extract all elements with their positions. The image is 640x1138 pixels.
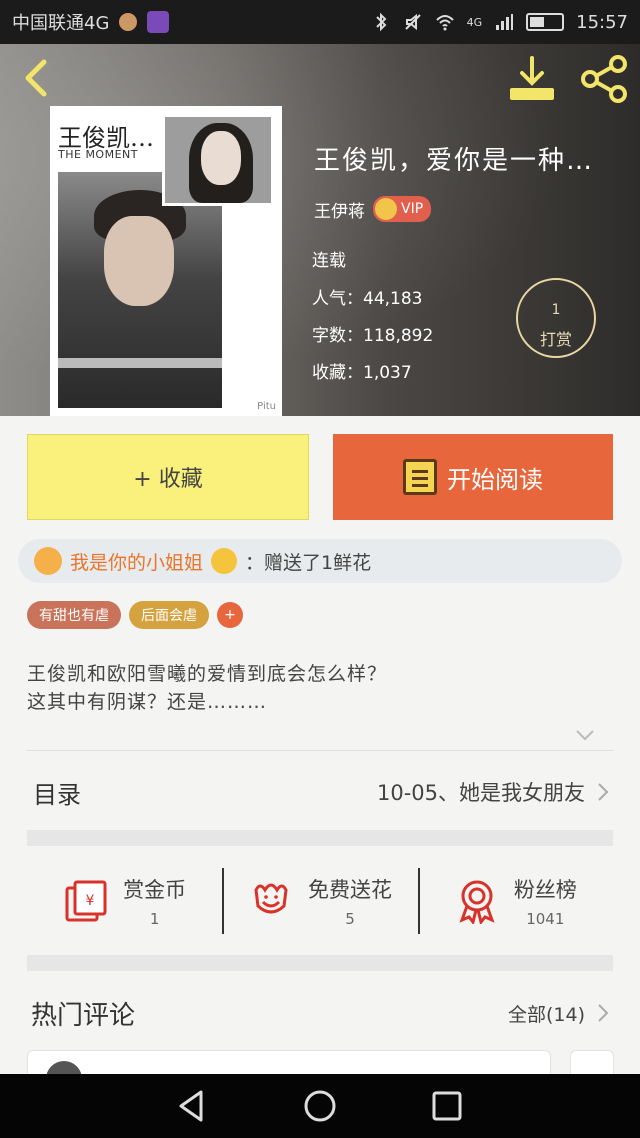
emoji-icon [211, 548, 238, 574]
tag-item[interactable]: 后面会虐 [129, 601, 209, 629]
stat-name: 赏金币 [123, 877, 187, 902]
reward-button[interactable]: 1 打赏 [516, 278, 596, 358]
notification-app-icon [119, 13, 138, 31]
book-title: 王俊凯，爱你是一种… [314, 146, 595, 176]
share-button[interactable] [578, 52, 632, 106]
vip-label: VIP [401, 201, 424, 217]
mute-icon [404, 13, 421, 31]
free-flower[interactable]: 免费送花 5 [222, 846, 417, 955]
status-bar: 中国联通4G 4G 15:57 [0, 0, 640, 44]
svg-text:¥: ¥ [86, 893, 95, 909]
system-nav-bar [0, 1074, 640, 1138]
stat-value: 5 [345, 909, 355, 928]
hot-comments-title: 热门评论 [31, 1000, 136, 1031]
gold-coin-reward[interactable]: ¥ 赏金币 1 [27, 846, 222, 955]
cover-subtitle: THE MOMENT [58, 148, 138, 161]
cover-photo-main [58, 172, 222, 408]
clock: 15:57 [576, 11, 628, 33]
author-name[interactable]: 王伊蒋 [314, 197, 365, 222]
author-row: 王伊蒋 VIP [314, 196, 432, 222]
section-divider [27, 830, 613, 846]
signal-icon [496, 14, 514, 30]
carrier-label: 中国联通4G [12, 13, 110, 34]
stat-value: 1 [149, 909, 160, 928]
start-reading-label: 开始阅读 [447, 465, 543, 494]
latest-chapter: 10-05、她是我女朋友 [376, 781, 585, 805]
reward-label: 打赏 [539, 330, 572, 349]
word-count-stat: 字数：118,892 [312, 326, 434, 346]
wifi-icon [435, 15, 454, 31]
battery-icon [526, 13, 565, 31]
book-icon [403, 459, 437, 495]
flower-icon [254, 883, 288, 913]
chevron-right-icon [598, 783, 609, 801]
nav-home-icon[interactable] [300, 1086, 340, 1126]
summary-line: 王俊凯和欧阳雪曦的爱情到底会怎么样？ [27, 663, 388, 685]
toc-label: 目录 [33, 780, 81, 809]
book-header: 王俊凯… THE MOMENT Pitu 王俊凯，爱你是一种… 王伊蒋 VIP … [0, 44, 640, 416]
serial-status: 连载 [312, 251, 346, 271]
hot-comments-header: 热门评论 全部(14) [27, 988, 613, 1038]
vip-badge: VIP [373, 196, 432, 222]
start-reading-button[interactable]: 开始阅读 [333, 434, 613, 520]
bluetooth-icon [375, 12, 387, 32]
support-stats-row: ¥ 赏金币 1 免费送花 5 粉丝榜 1041 [27, 846, 613, 955]
table-of-contents-row[interactable]: 目录 10-05、她是我女朋友 [27, 762, 613, 822]
expand-chevron-icon[interactable] [574, 724, 596, 746]
notice-user[interactable]: 我是你的小姐姐 [70, 548, 203, 575]
flower-notice: 我是你的小姐姐 ：赠送了1鲜花 [18, 539, 622, 583]
reward-count: 1 [551, 302, 561, 318]
divider [27, 750, 613, 751]
download-button[interactable] [506, 54, 558, 106]
stat-value: 1041 [526, 909, 565, 928]
popularity-stat: 人气：44,183 [312, 289, 423, 309]
tag-list: 有甜也有虐 后面会虐 + [27, 601, 243, 629]
crown-icon [375, 198, 397, 220]
all-comments-link[interactable]: 全部(14) [508, 1000, 585, 1027]
cover-photo-small [162, 114, 274, 206]
favorites-stat: 收藏：1,037 [312, 363, 412, 383]
red-envelope-icon: ¥ [65, 880, 107, 921]
notice-text: ：赠送了1鲜花 [245, 551, 372, 574]
summary-line: 这其中有阴谋？还是……… [27, 691, 268, 713]
chevron-right-icon[interactable] [593, 1002, 613, 1024]
nav-recents-icon[interactable] [427, 1086, 467, 1126]
collect-button[interactable]: + 收藏 [27, 434, 309, 520]
tag-item[interactable]: 有甜也有虐 [27, 601, 121, 629]
medal-icon [459, 880, 495, 924]
add-tag-button[interactable]: + [217, 602, 243, 628]
fan-ranking[interactable]: 粉丝榜 1041 [417, 846, 613, 955]
gallery-app-icon [147, 11, 170, 33]
book-summary: 王俊凯和欧阳雪曦的爱情到底会怎么样？ 这其中有阴谋？还是……… [27, 660, 613, 716]
stat-name: 免费送花 [307, 877, 392, 902]
back-button[interactable] [14, 54, 62, 102]
cover-watermark: Pitu [257, 401, 276, 412]
book-cover[interactable]: 王俊凯… THE MOMENT Pitu [50, 106, 282, 416]
network-type-label: 4G [466, 15, 483, 29]
nav-back-icon[interactable] [173, 1086, 213, 1126]
stat-name: 粉丝榜 [513, 877, 577, 902]
section-divider [27, 955, 613, 971]
megaphone-icon [34, 547, 62, 575]
